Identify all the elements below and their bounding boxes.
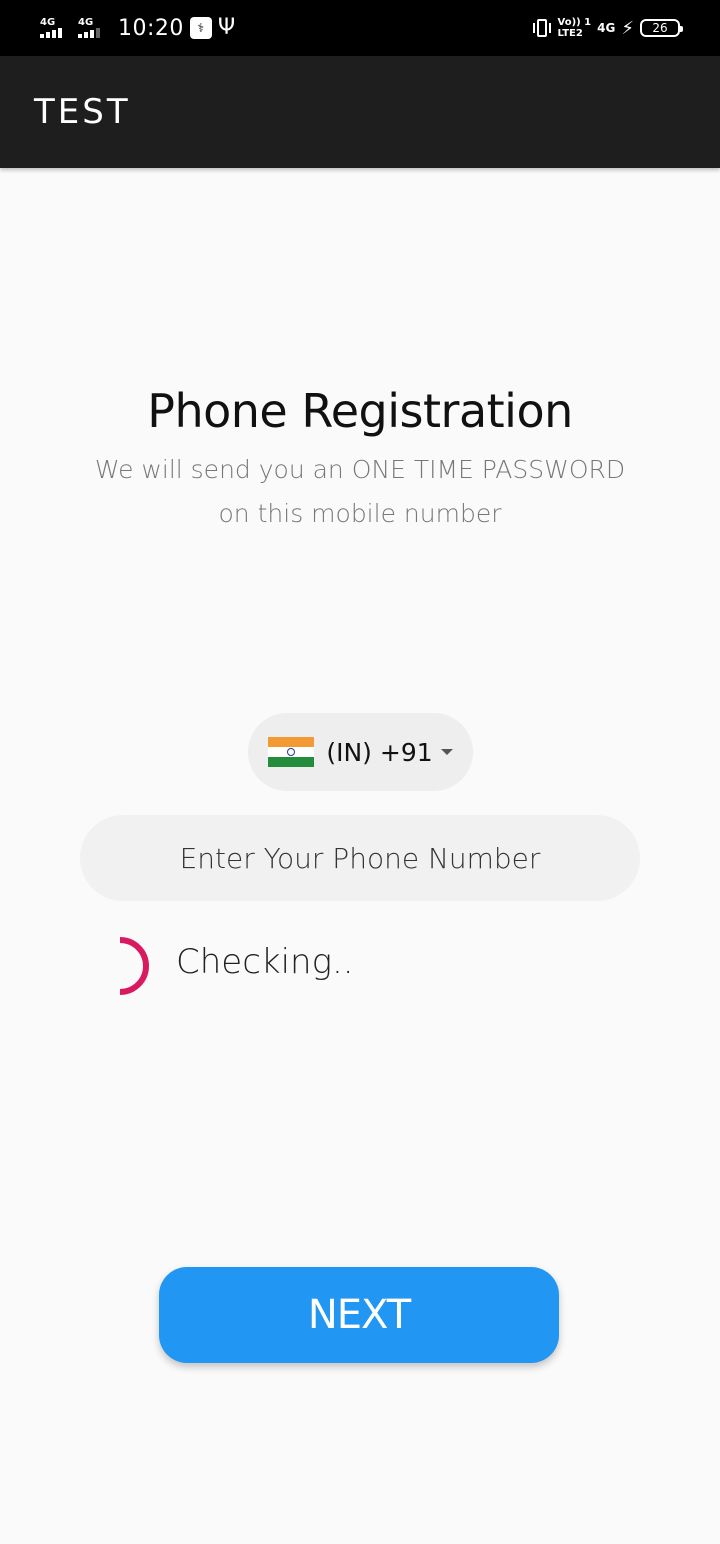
subtitle-line-2: on this mobile number (218, 499, 502, 528)
status-bar: 4G 4G 10:20 ⚕ Ψ Vo)) 1 LTE2 4G ⚡ 26 (0, 0, 720, 56)
india-flag-icon (268, 737, 315, 767)
country-code-label: (IN) +91 (326, 737, 433, 767)
status-bar-left: 4G 4G 10:20 ⚕ Ψ (40, 14, 235, 42)
data-network-icon: 4G (597, 21, 616, 35)
sim2-signal-icon: 4G (78, 18, 110, 38)
status-bar-right: Vo)) 1 LTE2 4G ⚡ 26 (532, 14, 683, 42)
app-bar: TEST (0, 56, 720, 168)
dropdown-arrow-icon (440, 749, 453, 755)
usb-icon: Ψ (217, 15, 236, 40)
sim1-signal-icon: 4G (40, 18, 72, 38)
loading-spinner-icon (119, 937, 149, 995)
phone-number-field[interactable] (80, 814, 640, 902)
page-title: Phone Registration (147, 384, 573, 438)
next-button[interactable]: NEXT (159, 1267, 559, 1363)
page-subtitle: We will send you an ONE TIME PASSWORD on… (60, 448, 660, 536)
battery-icon: 26 (640, 19, 683, 37)
usb-debug-icon: ⚕ (189, 17, 212, 39)
vibrate-icon (532, 17, 552, 39)
subtitle-line-1: We will send you an ONE TIME PASSWORD (94, 455, 626, 484)
app-title: TEST (34, 92, 131, 132)
clock: 10:20 (118, 15, 184, 41)
battery-level: 26 (652, 21, 668, 35)
checking-status-text: Checking.. (176, 942, 354, 982)
country-code-picker[interactable]: (IN) +91 (248, 713, 473, 791)
charging-icon: ⚡ (621, 17, 634, 39)
volte-indicator: Vo)) 1 LTE2 (557, 17, 592, 39)
phone-number-input[interactable] (80, 814, 640, 902)
